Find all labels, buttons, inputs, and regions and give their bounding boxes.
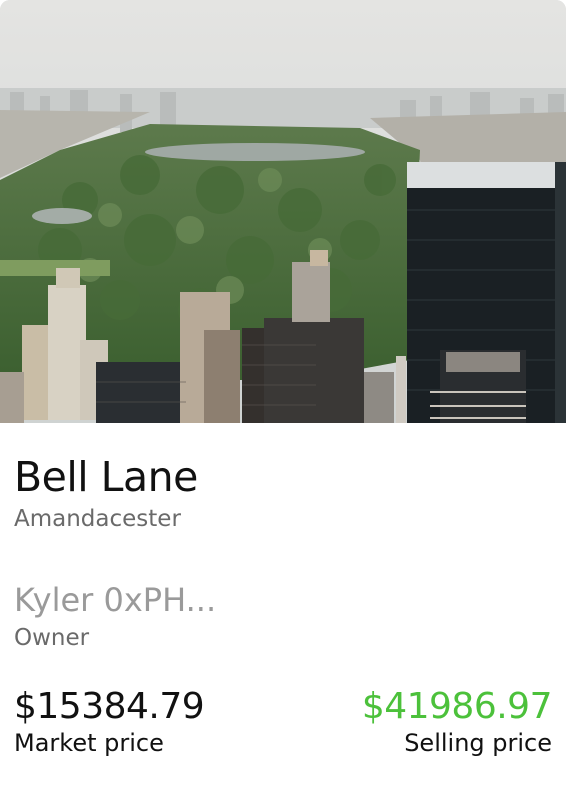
property-location: Amandacester: [14, 506, 181, 532]
owner-name[interactable]: Kyler 0xPH...: [14, 581, 216, 619]
owner-label: Owner: [14, 625, 90, 651]
property-info: Bell Lane Amandacester Kyler 0xPH... Own…: [0, 423, 566, 794]
property-card[interactable]: Bell Lane Amandacester Kyler 0xPH... Own…: [0, 0, 566, 794]
property-title: Bell Lane: [14, 453, 198, 501]
selling-price-value: $41986.97: [361, 686, 553, 727]
property-photo: [0, 0, 566, 423]
market-price-label: Market price: [14, 729, 164, 757]
market-price-value: $15384.79: [14, 686, 205, 727]
selling-price-label: Selling price: [404, 729, 552, 757]
